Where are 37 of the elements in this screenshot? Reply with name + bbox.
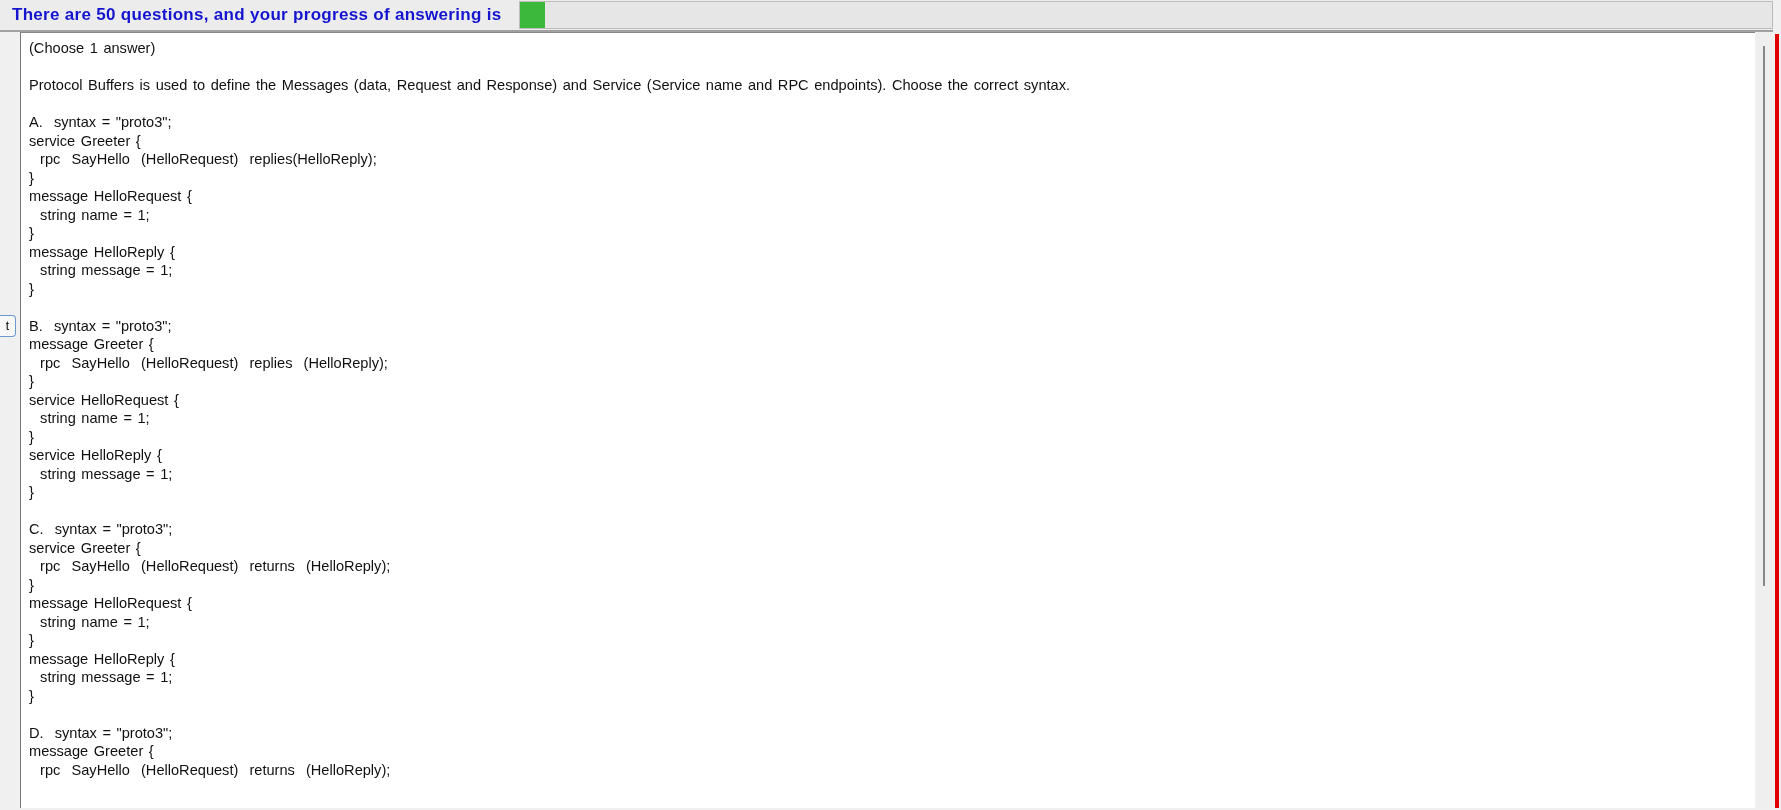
code-line: string name = 1; <box>39 205 151 224</box>
progress-label: There are 50 questions, and your progress of answering is <box>12 5 502 25</box>
code-line: } <box>29 631 35 650</box>
code-line: message Greeter { <box>29 335 155 354</box>
option-text: A. syntax = "proto3"; <box>29 113 173 132</box>
code-line: rpc SayHello (HelloRequest) returns (HelloReply); <box>39 557 392 576</box>
code-line: message HelloReply { <box>29 242 176 261</box>
code-line: } <box>29 168 35 187</box>
code-line: } <box>29 483 35 502</box>
code-line: string message = 1; <box>39 668 174 687</box>
code-line: } <box>29 224 35 243</box>
side-button[interactable]: t <box>0 315 16 337</box>
code-line: rpc SayHello (HelloRequest) returns (HelloReply); <box>39 760 392 779</box>
code-line: string message = 1; <box>39 464 174 483</box>
code-line: service HelloRequest { <box>29 390 180 409</box>
code-line: } <box>29 686 35 705</box>
code-line: string message = 1; <box>39 261 174 280</box>
question-text: Protocol Buffers is used to define the Messages (data, Request and Response) and Service (Service name and RPC endpoints). Choose the correct syntax. <box>29 76 1072 95</box>
code-line: message Greeter { <box>29 742 155 761</box>
code-line: rpc SayHello (HelloRequest) replies (HelloReply); <box>39 353 389 372</box>
code-line: rpc SayHello (HelloRequest) replies(HelloReply); <box>39 150 378 169</box>
code-line: message HelloRequest { <box>29 187 193 206</box>
option-text: D. syntax = "proto3"; <box>29 723 174 742</box>
option-text: C. syntax = "proto3"; <box>29 520 174 539</box>
code-line: message HelloRequest { <box>29 594 193 613</box>
code-line: service HelloReply { <box>29 446 163 465</box>
code-line: string name = 1; <box>39 409 151 428</box>
code-line: string name = 1; <box>39 612 151 631</box>
code-line: } <box>29 279 35 298</box>
code-line: service Greeter { <box>29 131 142 150</box>
code-line: } <box>29 372 35 391</box>
code-line: } <box>29 427 35 446</box>
code-line: } <box>29 575 35 594</box>
option-text: B. syntax = "proto3"; <box>29 316 173 335</box>
code-line: message HelloReply { <box>29 649 176 668</box>
instruction-text: (Choose 1 answer) <box>29 39 157 58</box>
code-line: service Greeter { <box>29 538 142 557</box>
